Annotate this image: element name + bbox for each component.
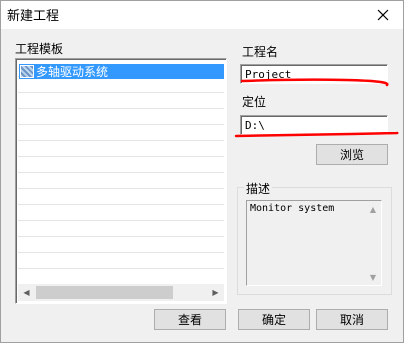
description-field[interactable]: Monitor system ▲ ▼ — [246, 200, 382, 286]
scroll-down-icon[interactable]: ▼ — [366, 270, 380, 284]
ok-button[interactable]: 确定 — [238, 309, 310, 330]
cancel-button[interactable]: 取消 — [316, 309, 388, 330]
project-name-underline — [240, 78, 389, 87]
description-scrollbar[interactable]: ▲ ▼ — [366, 202, 380, 284]
description-label: 描述 — [244, 180, 273, 197]
location-underline — [234, 131, 399, 138]
description-text: Monitor system — [250, 203, 335, 214]
view-button[interactable]: 查看 — [154, 309, 226, 330]
description-group: 描述 Monitor system ▲ ▼ — [237, 180, 392, 295]
new-project-dialog: 新建工程 工程模板 多轴驱动系统 ◀ ▶ 工程名 Project 定位 D:\ … — [0, 0, 404, 343]
browse-button[interactable]: 浏览 — [316, 144, 388, 165]
scroll-up-icon[interactable]: ▲ — [366, 202, 380, 216]
